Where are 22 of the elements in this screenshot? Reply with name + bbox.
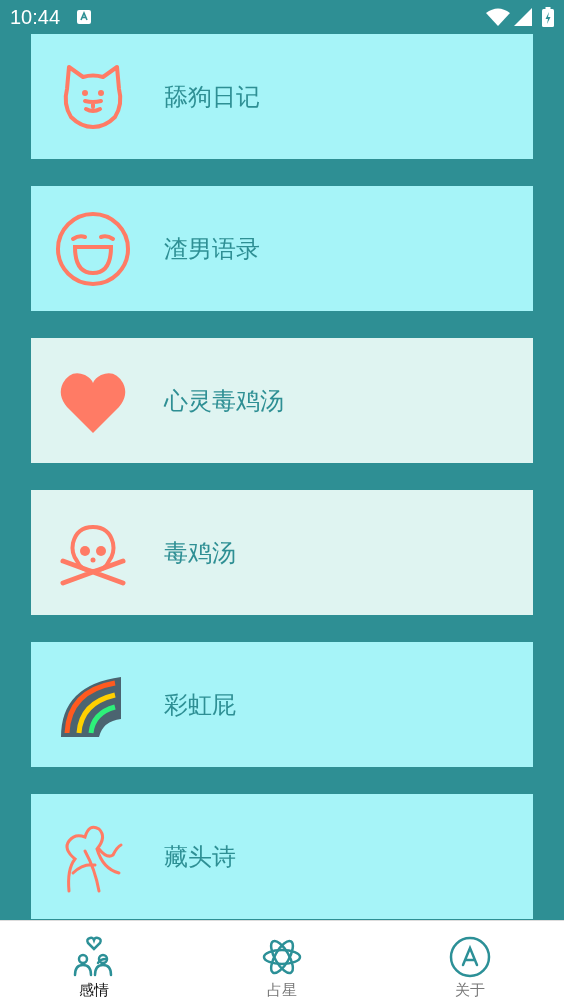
card-title: 藏头诗 (164, 841, 236, 872)
category-card[interactable]: 渣男语录 (31, 186, 533, 311)
category-card[interactable]: 藏头诗 (31, 794, 533, 919)
notification-icon (76, 8, 93, 25)
laughing-face-icon (55, 210, 131, 287)
status-time: 10:44 (10, 4, 61, 30)
category-card[interactable]: 彩虹屁 (31, 642, 533, 767)
nav-tab[interactable]: 关于 (376, 921, 564, 1004)
wifi-icon (486, 7, 510, 26)
nav-tab[interactable]: 占星 (188, 921, 376, 1004)
letter-a-circle-icon (448, 935, 492, 979)
category-card[interactable]: 毒鸡汤 (31, 490, 533, 615)
card-title: 渣男语录 (164, 233, 260, 264)
nav-tab[interactable]: 感情 (0, 921, 188, 1004)
category-card[interactable]: 心灵毒鸡汤 (31, 338, 533, 463)
battery-icon (542, 6, 554, 27)
card-title: 舔狗日记 (164, 81, 260, 112)
category-card[interactable]: 舔狗日记 (31, 34, 533, 159)
card-title: 彩虹屁 (164, 689, 236, 720)
card-title: 心灵毒鸡汤 (164, 385, 284, 416)
signal-icon (514, 7, 532, 26)
card-title: 毒鸡汤 (164, 537, 236, 568)
